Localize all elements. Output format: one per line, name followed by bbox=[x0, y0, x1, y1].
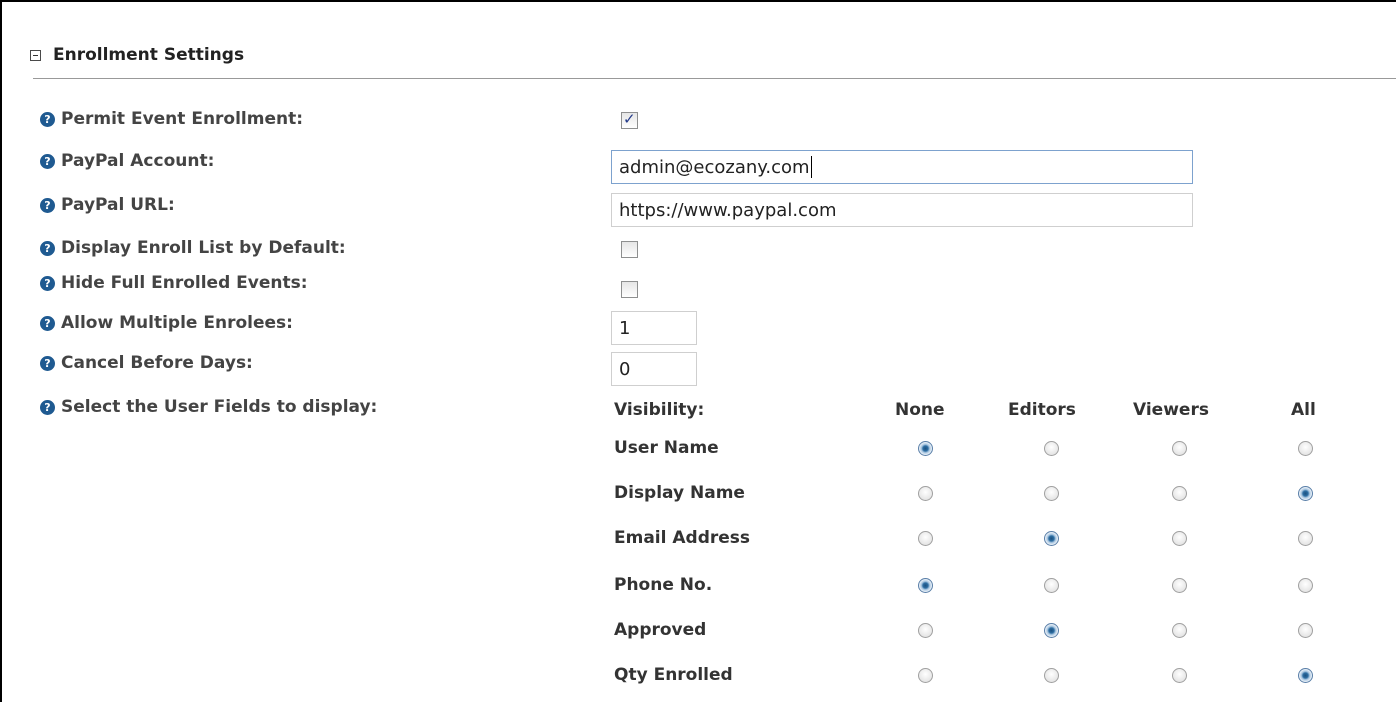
label-text: Allow Multiple Enrolees: bbox=[61, 313, 293, 333]
label-cancel-before-days: ? Cancel Before Days: bbox=[40, 348, 253, 378]
field-name-email-address: Email Address bbox=[614, 528, 751, 548]
paypal-url-input[interactable]: https://www.paypal.com bbox=[611, 193, 1193, 227]
radio-all[interactable] bbox=[1298, 441, 1313, 456]
label-text: Permit Event Enrollment: bbox=[61, 109, 304, 129]
radio-viewers[interactable] bbox=[1172, 623, 1187, 638]
help-icon[interactable]: ? bbox=[40, 197, 55, 213]
column-none: None bbox=[895, 400, 945, 420]
label-paypal-url: ? PayPal URL: bbox=[40, 190, 175, 220]
label-text: PayPal Account: bbox=[61, 151, 215, 171]
radio-none[interactable] bbox=[918, 578, 933, 593]
radio-all[interactable] bbox=[1298, 623, 1313, 638]
radio-none[interactable] bbox=[918, 668, 933, 683]
label-text: Cancel Before Days: bbox=[61, 353, 253, 373]
help-icon[interactable]: ? bbox=[40, 315, 55, 331]
help-icon[interactable]: ? bbox=[40, 399, 55, 415]
visibility-header: Visibility: bbox=[614, 400, 705, 420]
label-text: PayPal URL: bbox=[61, 195, 175, 215]
radio-all[interactable] bbox=[1298, 668, 1313, 683]
field-name-display-name: Display Name bbox=[614, 483, 745, 503]
radio-none[interactable] bbox=[918, 441, 933, 456]
radio-editors[interactable] bbox=[1044, 623, 1059, 638]
radio-none[interactable] bbox=[918, 623, 933, 638]
allow-multiple-enrolees-input[interactable]: 1 bbox=[611, 311, 697, 345]
radio-editors[interactable] bbox=[1044, 578, 1059, 593]
radio-all[interactable] bbox=[1298, 486, 1313, 501]
radio-viewers[interactable] bbox=[1172, 668, 1187, 683]
section-divider bbox=[33, 78, 1396, 79]
radio-editors[interactable] bbox=[1044, 486, 1059, 501]
label-text: Display Enroll List by Default: bbox=[61, 238, 346, 258]
column-editors: Editors bbox=[1008, 400, 1076, 420]
label-text: Select the User Fields to display: bbox=[61, 397, 378, 417]
label-permit-enrollment: ? Permit Event Enrollment: bbox=[40, 104, 303, 134]
label-user-fields: ? Select the User Fields to display: bbox=[40, 392, 377, 422]
permit-enrollment-checkbox[interactable] bbox=[621, 110, 638, 129]
radio-viewers[interactable] bbox=[1172, 441, 1187, 456]
display-enroll-list-checkbox[interactable] bbox=[621, 241, 638, 258]
field-name-qty-enrolled: Qty Enrolled bbox=[614, 665, 733, 685]
radio-editors[interactable] bbox=[1044, 668, 1059, 683]
paypal-account-input[interactable]: admin@ecozany.com bbox=[611, 150, 1193, 184]
label-hide-full-enrolled: ? Hide Full Enrolled Events: bbox=[40, 268, 308, 298]
radio-viewers[interactable] bbox=[1172, 531, 1187, 546]
hide-full-enrolled-checkbox[interactable] bbox=[621, 281, 638, 298]
radio-editors[interactable] bbox=[1044, 531, 1059, 546]
label-display-enroll-list: ? Display Enroll List by Default: bbox=[40, 233, 346, 263]
text-caret bbox=[810, 156, 812, 178]
help-icon[interactable]: ? bbox=[40, 275, 55, 291]
help-icon[interactable]: ? bbox=[40, 240, 55, 256]
radio-all[interactable] bbox=[1298, 578, 1313, 593]
allow-multiple-enrolees-value: 1 bbox=[619, 317, 631, 339]
section-title: Enrollment Settings bbox=[53, 45, 245, 65]
radio-none[interactable] bbox=[918, 486, 933, 501]
column-all: All bbox=[1291, 400, 1316, 420]
label-paypal-account: ? PayPal Account: bbox=[40, 146, 214, 176]
field-name-approved: Approved bbox=[614, 620, 707, 640]
label-allow-multiple-enrolees: ? Allow Multiple Enrolees: bbox=[40, 308, 293, 338]
field-name-phone-no: Phone No. bbox=[614, 575, 713, 595]
radio-editors[interactable] bbox=[1044, 441, 1059, 456]
field-name-user-name: User Name bbox=[614, 438, 719, 458]
help-icon[interactable]: ? bbox=[40, 355, 55, 371]
minus-box-icon[interactable] bbox=[30, 49, 41, 61]
help-icon[interactable]: ? bbox=[40, 111, 55, 127]
cancel-before-days-value: 0 bbox=[619, 358, 631, 380]
paypal-url-value: https://www.paypal.com bbox=[619, 199, 837, 221]
radio-all[interactable] bbox=[1298, 531, 1313, 546]
help-icon[interactable]: ? bbox=[40, 153, 55, 169]
column-viewers: Viewers bbox=[1133, 400, 1209, 420]
radio-viewers[interactable] bbox=[1172, 486, 1187, 501]
paypal-account-value: admin@ecozany.com bbox=[619, 156, 810, 178]
radio-none[interactable] bbox=[918, 531, 933, 546]
section-header[interactable]: Enrollment Settings bbox=[30, 40, 244, 70]
cancel-before-days-input[interactable]: 0 bbox=[611, 352, 697, 386]
radio-viewers[interactable] bbox=[1172, 578, 1187, 593]
label-text: Hide Full Enrolled Events: bbox=[61, 273, 308, 293]
